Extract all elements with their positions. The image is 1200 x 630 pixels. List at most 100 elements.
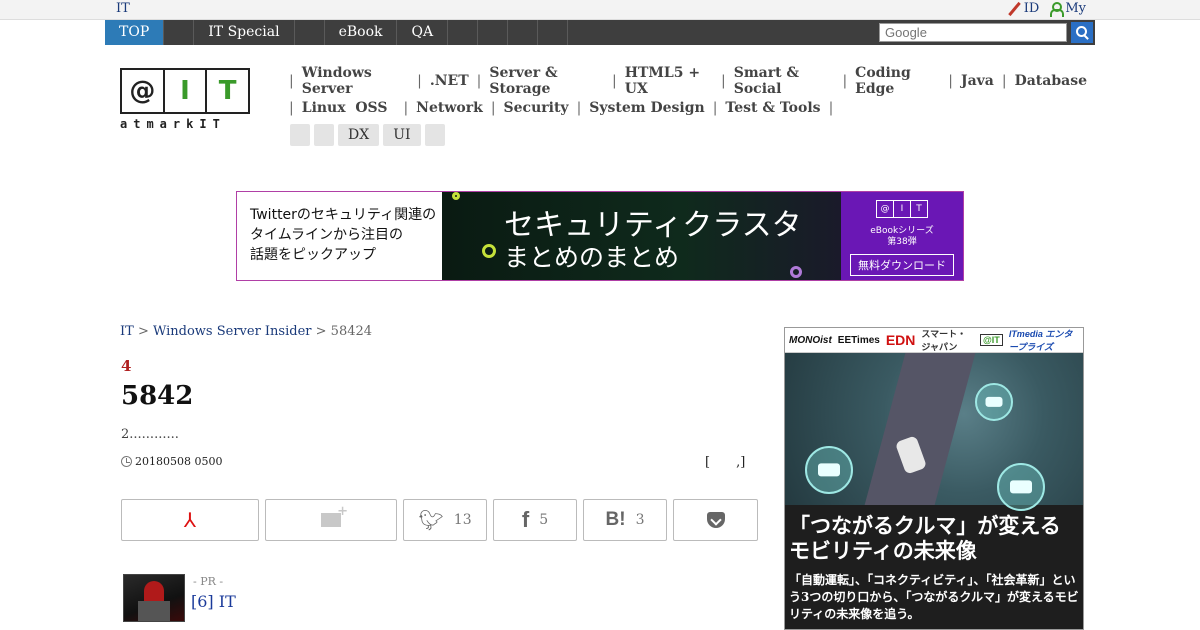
breadcrumb-section[interactable]: Windows Server Insider <box>153 324 312 339</box>
cat-html5-ux[interactable]: HTML5 + UX <box>625 65 713 97</box>
search-icon[interactable] <box>1071 22 1093 43</box>
tab-empty[interactable] <box>448 20 479 45</box>
breadcrumb-root[interactable]: IT <box>120 324 134 339</box>
ad-body: 「自動運転」、「コネクティビティ」、「社会革新」という3つの切り口から、「つなが… <box>789 573 1079 621</box>
mail-add-icon <box>321 504 348 527</box>
separator: | <box>612 72 617 89</box>
ad-media-logos: MONOist EETimes EDN スマート・ジャパン @IT ITmedi… <box>785 328 1083 353</box>
cat-smart-social[interactable]: Smart & Social <box>734 65 835 97</box>
breadcrumb-current: 58424 <box>330 324 373 339</box>
id-label: ID <box>1023 1 1040 16</box>
cat-dotnet[interactable]: .NET <box>430 73 469 89</box>
cat-server-storage[interactable]: Server & Storage <box>489 65 604 97</box>
category-row: | Linux OSS | Network | Security | System De… <box>287 94 1087 121</box>
ad-logo: @IT <box>980 334 1003 346</box>
pdf-icon: ⅄ <box>183 508 197 532</box>
tag[interactable] <box>424 124 445 146</box>
twitter-icon: 🐦︎ <box>418 508 444 532</box>
cat-java[interactable]: Java <box>961 73 994 89</box>
tab-empty[interactable] <box>478 20 509 45</box>
ebook-number: 第38弾 <box>887 237 917 247</box>
tag[interactable] <box>290 124 310 146</box>
separator: | <box>289 72 294 89</box>
pr-link[interactable]: [6] IT <box>191 592 236 611</box>
tab-empty[interactable] <box>508 20 539 45</box>
tab-ebook[interactable]: eBook <box>325 20 398 45</box>
twitter-count: 13 <box>453 512 472 528</box>
banner-title-area: セキュリティクラスタ まとめのまとめ <box>442 192 841 280</box>
circuit-node-icon <box>482 244 496 258</box>
cat-security[interactable]: Security <box>504 100 569 116</box>
tab-it-special[interactable]: IT Special <box>194 20 295 45</box>
tab-qa[interactable]: QA <box>397 20 449 45</box>
banner-logo: @ I T <box>876 200 928 218</box>
pr-label: - PR - <box>193 575 224 588</box>
banner-right-panel: @ I T eBookシリーズ 第38弾 無料ダウンロード <box>841 192 963 280</box>
logo-cell: T <box>218 76 237 106</box>
date-text: 20180508 0500 <box>135 455 223 468</box>
tab-empty[interactable] <box>164 20 195 45</box>
hatena-count: 3 <box>635 512 645 528</box>
facebook-icon: f <box>521 507 530 532</box>
separator: | <box>289 99 294 116</box>
ebook-banner[interactable]: Twitterのセキュリティ関連の タイムラインから注目の 話題をピックアップ … <box>236 191 964 281</box>
my-link[interactable]: My <box>1049 1 1086 17</box>
tag-list: DX UI <box>290 124 445 146</box>
article-kicker: 4 <box>121 357 132 375</box>
separator: | <box>476 72 482 89</box>
separator: | <box>842 72 848 89</box>
ad-headline: 「つながるクルマ」が変える モビリティの未来像 <box>789 513 1061 563</box>
logo-cell: @ <box>877 201 894 217</box>
tag-ui[interactable]: UI <box>383 124 421 146</box>
ad-logo: MONOist <box>789 334 832 346</box>
train-icon <box>997 463 1045 511</box>
truck-icon <box>805 446 853 494</box>
cat-linux-oss[interactable]: Linux OSS <box>302 100 388 116</box>
cat-test-tools[interactable]: Test & Tools <box>725 100 820 116</box>
ad-logo: EDN <box>885 332 916 348</box>
logo-subtitle: atmarkIT <box>120 117 226 131</box>
page-title: 5842 <box>121 381 194 411</box>
ad-text: 「つながるクルマ」が変える モビリティの未来像 「自動運転」、「コネクティビティ… <box>785 505 1083 629</box>
banner-line: タイムラインから注目の <box>250 227 404 243</box>
id-link[interactable]: ID <box>1008 1 1040 16</box>
facebook-share-button[interactable]: f 5 <box>493 499 577 541</box>
cat-system-design[interactable]: System Design <box>589 100 704 116</box>
cat-database[interactable]: Database <box>1015 73 1087 89</box>
pr-thumbnail[interactable] <box>123 574 185 622</box>
ebook-series: eBookシリーズ 第38弾 <box>841 226 963 248</box>
search-input[interactable] <box>879 23 1067 42</box>
banner-subtitle: まとめのまとめ <box>504 243 680 272</box>
separator: | <box>403 99 409 116</box>
category-row: | Windows Server | .NET | Server & Storage … <box>287 65 1087 97</box>
cat-coding-edge[interactable]: Coding Edge <box>855 65 940 97</box>
tag-dx[interactable]: DX <box>338 124 380 146</box>
cat-network[interactable]: Network <box>416 100 483 116</box>
utility-bar: IT ID My <box>0 0 1200 20</box>
article-date: 20180508 0500 <box>121 455 222 468</box>
tab-top[interactable]: TOP <box>105 20 165 45</box>
person-icon <box>1049 1 1065 17</box>
separator: | <box>576 99 582 116</box>
my-label: My <box>1065 1 1086 16</box>
tab-empty[interactable] <box>295 20 325 45</box>
breadcrumb-separator: > <box>137 324 153 339</box>
road-graphic <box>864 353 976 505</box>
cat-windows-server[interactable]: Windows Server <box>302 65 409 97</box>
sidebar-ad[interactable]: MONOist EETimes EDN スマート・ジャパン @IT ITmedi… <box>784 327 1084 630</box>
tab-empty[interactable] <box>538 20 569 45</box>
twitter-share-button[interactable]: 🐦︎ 13 <box>403 499 487 541</box>
pdf-button[interactable]: ⅄ <box>121 499 259 541</box>
download-button[interactable]: 無料ダウンロード <box>850 254 954 276</box>
fuel-pump-icon <box>975 383 1013 421</box>
pocket-button[interactable] <box>673 499 758 541</box>
mail-button[interactable] <box>265 499 397 541</box>
hatena-share-button[interactable]: B! 3 <box>583 499 667 541</box>
tag[interactable] <box>314 124 334 146</box>
circuit-node-icon <box>790 266 802 278</box>
ad-image <box>785 353 1083 511</box>
site-logo[interactable]: @ I T atmarkIT <box>120 68 252 134</box>
banner-line: 話題をピックアップ <box>250 247 376 263</box>
category-links: | Windows Server | .NET | Server & Storage … <box>287 65 1087 121</box>
site-link[interactable]: IT <box>116 1 130 16</box>
